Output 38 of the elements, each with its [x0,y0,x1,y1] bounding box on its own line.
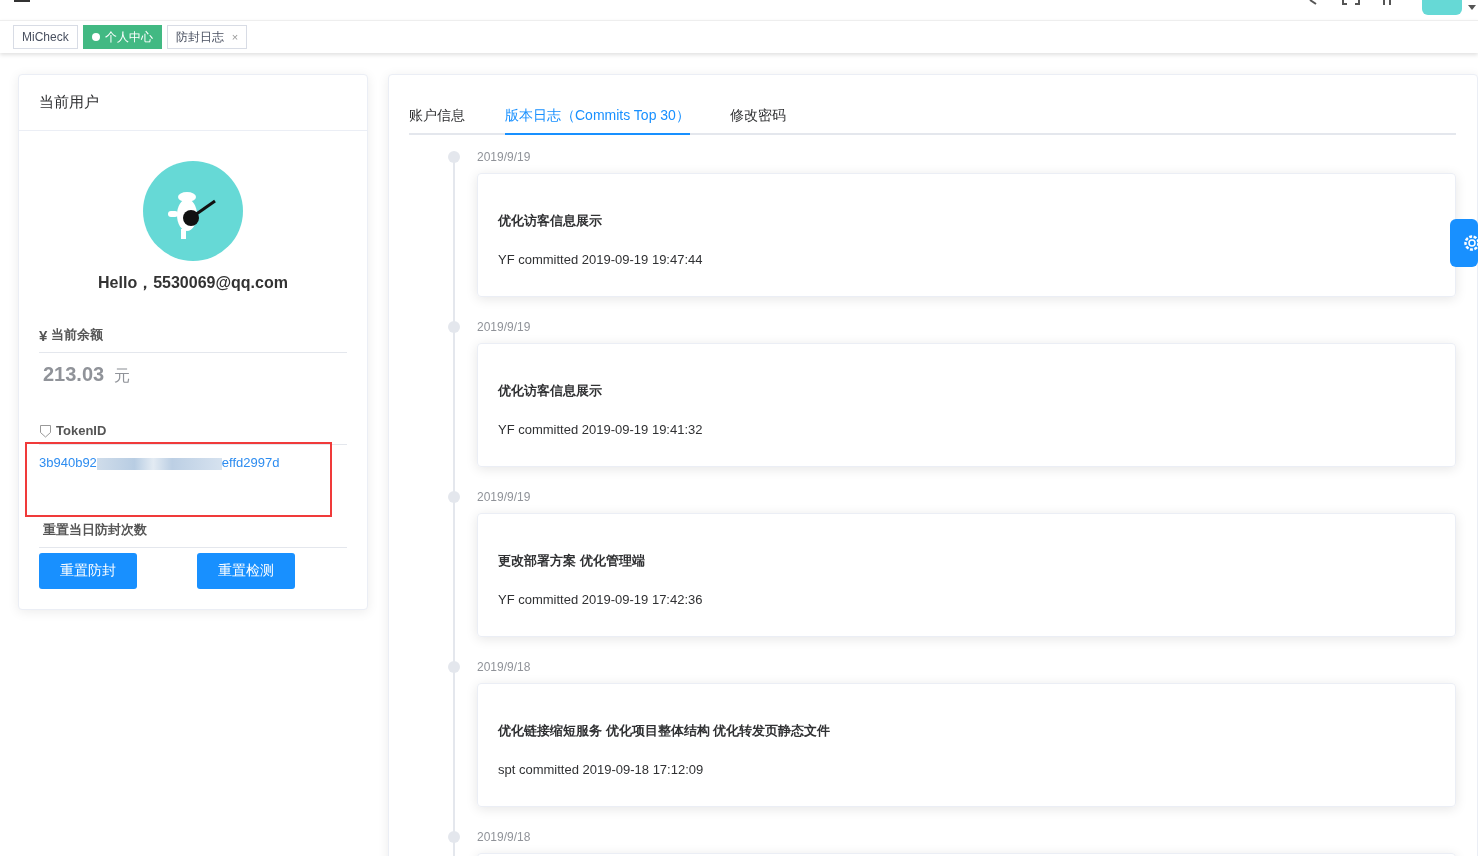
reset-button[interactable]: 重置检测 [197,553,295,589]
card-title: 当前用户 [19,75,367,131]
page-tab[interactable]: 个人中心 [82,25,162,49]
balance-amount: 213.03 [43,363,105,386]
page-tab[interactable]: MiCheck [13,25,78,49]
currency-icon: ¥ [39,326,48,344]
greeting-text: Hello，5530069@qq.com [97,273,289,293]
tab[interactable]: 版本日志（Commits Top 30） [505,95,690,135]
section-label: 当前余额 [51,326,104,344]
commit-meta: YF committed 2019-09-19 19:41:32 [498,422,704,437]
section-label: 重置当日防封次数 [43,521,147,539]
commit-meta: spt committed 2019-09-18 17:12:09 [498,762,705,777]
menu-icon[interactable] [14,0,30,3]
settings-icon [1462,233,1478,253]
commit-date: 2019/9/19 [477,489,532,505]
commit-message: 优化链接缩短服务 优化项目整体结构 优化转发页静态文件 [498,722,832,740]
commit-date: 2019/9/19 [477,319,532,335]
currency-unit: 元 [114,366,131,386]
token-text: effd2997d [221,455,280,470]
token-text: 3b940b92 [39,455,97,470]
commit-date: 2019/9/18 [477,829,532,845]
commit-message: 优化访客信息展示 [498,212,603,230]
tab[interactable]: 修改密码 [729,95,786,135]
caret-icon[interactable] [1468,4,1476,10]
page-tab[interactable]: 防封日志 × [166,25,248,49]
commit-date: 2019/9/19 [477,149,532,165]
fullscreen-icon[interactable] [1342,0,1360,5]
commit-date: 2019/9/18 [477,659,532,675]
commit-meta: YF committed 2019-09-19 17:42:36 [498,592,704,607]
commit-message: 更改部署方案 优化管理端 [498,552,646,570]
settings-button[interactable] [1450,219,1478,267]
section-label: TokenID [56,423,107,438]
tab[interactable]: 账户信息 [409,95,465,135]
close-icon[interactable]: × [231,31,239,43]
commit-message: 优化访客信息展示 [498,382,603,400]
reset-button[interactable]: 重置防封 [39,553,137,589]
commit-meta: YF committed 2019-09-19 19:47:44 [498,252,704,267]
id-badge-icon [39,423,52,438]
